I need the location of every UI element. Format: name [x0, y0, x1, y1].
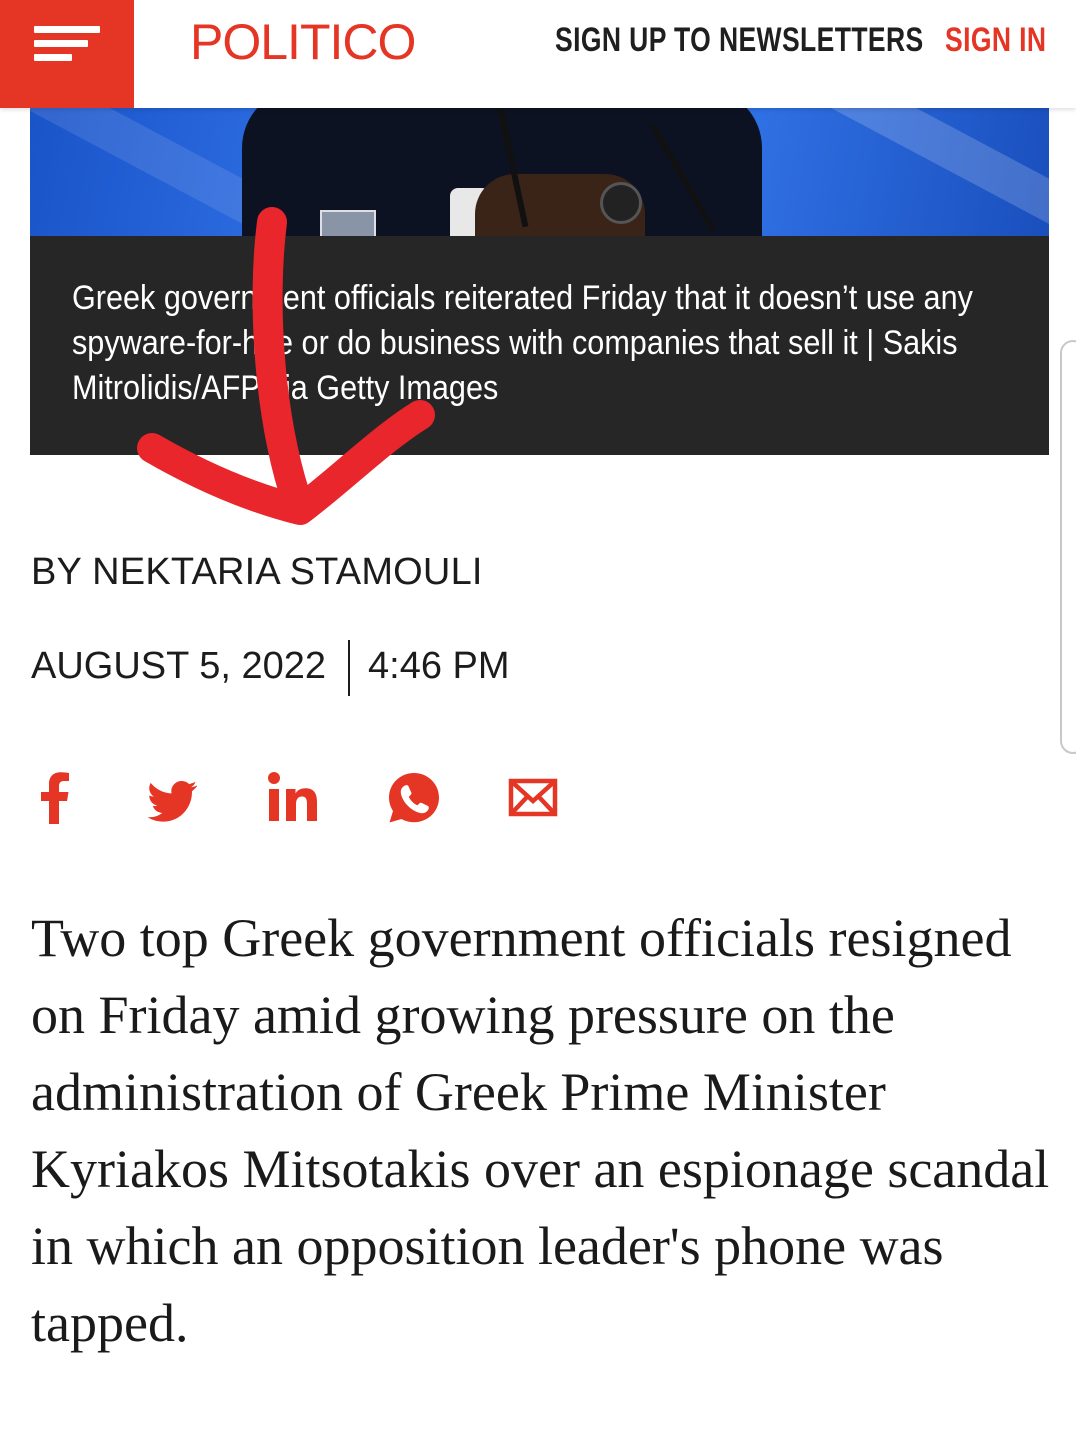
image-caption: Greek government officials reiterated Fr…	[30, 236, 1049, 455]
wristwatch	[600, 182, 642, 224]
facebook-icon	[41, 772, 69, 824]
twitter-icon	[147, 781, 198, 822]
menu-icon-bar	[34, 54, 72, 61]
date-time-divider	[348, 640, 351, 696]
hamburger-menu-button[interactable]	[0, 0, 134, 108]
politico-logo[interactable]: POLITICO	[190, 14, 416, 70]
whatsapp-share-button[interactable]	[386, 770, 442, 826]
hamburger-menu-icon	[34, 26, 100, 33]
email-icon	[508, 778, 558, 817]
publish-date: AUGUST 5, 2022	[31, 645, 327, 688]
whatsapp-icon	[389, 773, 439, 823]
facebook-share-button[interactable]	[36, 770, 72, 826]
linkedin-icon	[268, 772, 317, 821]
menu-icon-bar	[34, 40, 88, 47]
article-byline[interactable]: BY NEKTARIA STAMOULI	[31, 548, 483, 596]
email-share-button[interactable]	[508, 770, 558, 826]
newsletter-signup-link[interactable]: SIGN UP TO NEWSLETTERS	[555, 18, 924, 62]
article-dateline: AUGUST 5, 2022 4:46 PM	[31, 640, 510, 696]
linkedin-share-button[interactable]	[266, 770, 322, 826]
twitter-share-button[interactable]	[147, 770, 198, 826]
article-lead-paragraph: Two top Greek government officials resig…	[31, 908, 1050, 1353]
image-caption-text: Greek government officials reiterated Fr…	[72, 279, 973, 407]
water-glass	[320, 210, 376, 236]
article-hero-image	[30, 108, 1049, 236]
publish-time: 4:46 PM	[368, 645, 510, 688]
site-header: POLITICO SIGN UP TO NEWSLETTERS SIGN IN	[0, 0, 1076, 108]
side-panel-handle[interactable]	[1060, 340, 1076, 754]
sign-in-link[interactable]: SIGN IN	[945, 18, 1046, 62]
